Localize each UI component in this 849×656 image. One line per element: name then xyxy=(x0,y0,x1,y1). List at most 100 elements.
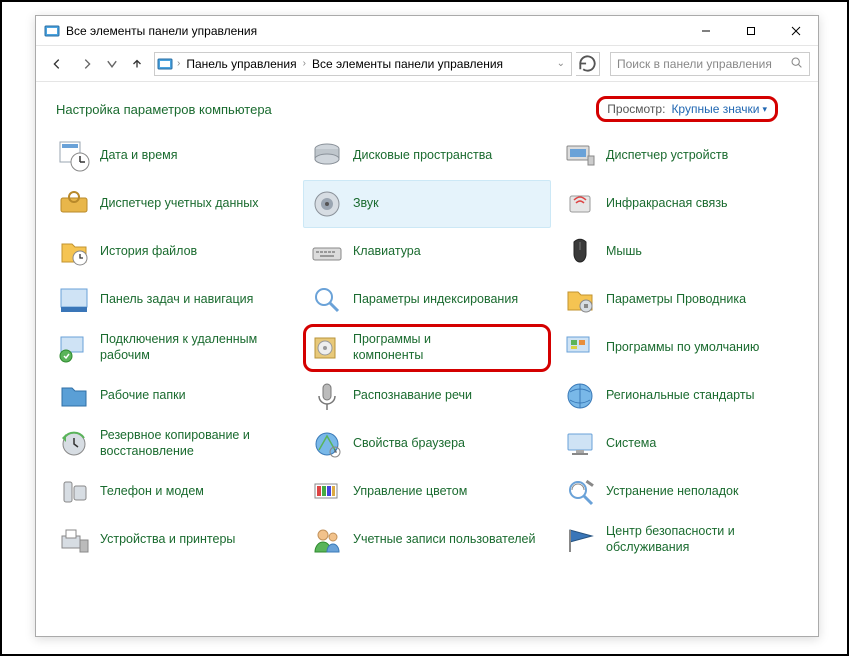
devices-printers-icon xyxy=(58,524,90,556)
cp-item-phone[interactable]: Телефон и модем xyxy=(50,468,298,516)
cp-item-action-center[interactable]: Центр безопасности и обслуживания xyxy=(556,516,804,564)
view-by-label: Просмотр: xyxy=(607,102,665,116)
cp-item-label: Учетные записи пользователей xyxy=(353,532,536,548)
cp-item-label: Инфракрасная связь xyxy=(606,196,728,212)
indexing-icon xyxy=(311,284,343,316)
action-center-icon xyxy=(564,524,596,556)
cp-item-label: Параметры Проводника xyxy=(606,292,746,308)
cp-item-remote[interactable]: Подключения к удаленным рабочим xyxy=(50,324,298,372)
cp-item-taskbar[interactable]: Панель задач и навигация xyxy=(50,276,298,324)
content-header: Настройка параметров компьютера Просмотр… xyxy=(36,82,818,132)
cp-item-label: Свойства браузера xyxy=(353,436,465,452)
cp-item-default-programs[interactable]: Программы по умолчанию xyxy=(556,324,804,372)
cp-item-disks[interactable]: Дисковые пространства xyxy=(303,132,551,180)
cp-item-label: Рабочие папки xyxy=(100,388,186,404)
breadcrumb-root[interactable]: Панель управления xyxy=(180,57,302,71)
cp-item-label: Параметры индексирования xyxy=(353,292,518,308)
search-input[interactable]: Поиск в панели управления xyxy=(610,52,810,76)
recent-locations-button[interactable] xyxy=(104,51,120,77)
address-dropdown-icon[interactable]: ⌄ xyxy=(557,58,569,69)
cp-item-keyboard[interactable]: Клавиатура xyxy=(303,228,551,276)
view-by-value: Крупные значки xyxy=(671,102,767,116)
items-scroll-area[interactable]: Дата и время Дисковые пространства Диспетч… xyxy=(36,132,818,636)
cp-item-label: Программы по умолчанию xyxy=(606,340,759,356)
infrared-icon xyxy=(564,188,596,220)
cp-item-label: Панель задач и навигация xyxy=(100,292,253,308)
sound-icon xyxy=(311,188,343,220)
cp-item-devices-printers[interactable]: Устройства и принтеры xyxy=(50,516,298,564)
back-button[interactable] xyxy=(44,51,70,77)
search-icon xyxy=(790,56,803,72)
cp-item-label: Распознавание речи xyxy=(353,388,472,404)
up-button[interactable] xyxy=(124,51,150,77)
cp-item-label: Центр безопасности и обслуживания xyxy=(606,524,796,555)
cp-item-troubleshoot[interactable]: Устранение неполадок xyxy=(556,468,804,516)
address-bar[interactable]: › Панель управления › Все элементы панел… xyxy=(154,52,572,76)
cp-item-user-accounts[interactable]: Учетные записи пользователей xyxy=(303,516,551,564)
cp-item-label: История файлов xyxy=(100,244,197,260)
cp-item-label: Дата и время xyxy=(100,148,178,164)
cp-item-credentials[interactable]: Диспетчер учетных данных xyxy=(50,180,298,228)
color-icon xyxy=(311,476,343,508)
keyboard-icon xyxy=(311,236,343,268)
cp-item-label: Устранение неполадок xyxy=(606,484,738,500)
credentials-icon xyxy=(58,188,90,220)
clock-icon xyxy=(58,140,90,172)
cp-item-label: Мышь xyxy=(606,244,642,260)
cp-item-label: Диспетчер устройств xyxy=(606,148,728,164)
cp-item-file-history[interactable]: История файлов xyxy=(50,228,298,276)
cp-item-label: Управление цветом xyxy=(353,484,467,500)
cp-item-label: Телефон и модем xyxy=(100,484,204,500)
cp-item-mouse[interactable]: Мышь xyxy=(556,228,804,276)
cp-item-label: Клавиатура xyxy=(353,244,421,260)
items-grid: Дата и время Дисковые пространства Диспетч… xyxy=(50,132,804,564)
cp-item-clock[interactable]: Дата и время xyxy=(50,132,298,180)
device-manager-icon xyxy=(564,140,596,172)
view-by-dropdown[interactable]: Просмотр: Крупные значки xyxy=(596,96,778,122)
maximize-button[interactable] xyxy=(728,16,773,45)
cp-item-label: Дисковые пространства xyxy=(353,148,492,164)
cp-item-folder-options[interactable]: Параметры Проводника xyxy=(556,276,804,324)
programs-icon xyxy=(311,332,343,364)
cp-item-backup[interactable]: Резервное копирование и восстановление xyxy=(50,420,298,468)
refresh-button[interactable] xyxy=(576,52,600,76)
cp-item-speech[interactable]: Распознавание речи xyxy=(303,372,551,420)
user-accounts-icon xyxy=(311,524,343,556)
disks-icon xyxy=(311,140,343,172)
window-title: Все элементы панели управления xyxy=(66,24,683,38)
close-button[interactable] xyxy=(773,16,818,45)
system-icon xyxy=(564,428,596,460)
cp-item-programs[interactable]: Программы и компоненты xyxy=(303,324,551,372)
cp-item-label: Программы и компоненты xyxy=(353,332,503,363)
cp-item-infrared[interactable]: Инфракрасная связь xyxy=(556,180,804,228)
taskbar-icon xyxy=(58,284,90,316)
cp-item-region[interactable]: Региональные стандарты xyxy=(556,372,804,420)
backup-icon xyxy=(58,428,90,460)
work-folders-icon xyxy=(58,380,90,412)
cp-item-label: Звук xyxy=(353,196,379,212)
address-bar-icon xyxy=(157,56,173,72)
cp-item-color[interactable]: Управление цветом xyxy=(303,468,551,516)
default-programs-icon xyxy=(564,332,596,364)
internet-options-icon xyxy=(311,428,343,460)
cp-item-indexing[interactable]: Параметры индексирования xyxy=(303,276,551,324)
cp-item-device-manager[interactable]: Диспетчер устройств xyxy=(556,132,804,180)
titlebar: Все элементы панели управления xyxy=(36,16,818,46)
cp-item-label: Диспетчер учетных данных xyxy=(100,196,259,212)
forward-button[interactable] xyxy=(74,51,100,77)
folder-options-icon xyxy=(564,284,596,316)
file-history-icon xyxy=(58,236,90,268)
region-icon xyxy=(564,380,596,412)
breadcrumb-current[interactable]: Все элементы панели управления xyxy=(306,57,509,71)
cp-item-internet-options[interactable]: Свойства браузера xyxy=(303,420,551,468)
control-panel-icon xyxy=(44,23,60,39)
cp-item-label: Региональные стандарты xyxy=(606,388,755,404)
minimize-button[interactable] xyxy=(683,16,728,45)
cp-item-system[interactable]: Система xyxy=(556,420,804,468)
cp-item-work-folders[interactable]: Рабочие папки xyxy=(50,372,298,420)
navigation-bar: › Панель управления › Все элементы панел… xyxy=(36,46,818,82)
cp-item-sound[interactable]: Звук xyxy=(303,180,551,228)
remote-icon xyxy=(58,332,90,364)
page-title: Настройка параметров компьютера xyxy=(56,102,272,117)
control-panel-window: Все элементы панели управления › Панель … xyxy=(35,15,819,637)
